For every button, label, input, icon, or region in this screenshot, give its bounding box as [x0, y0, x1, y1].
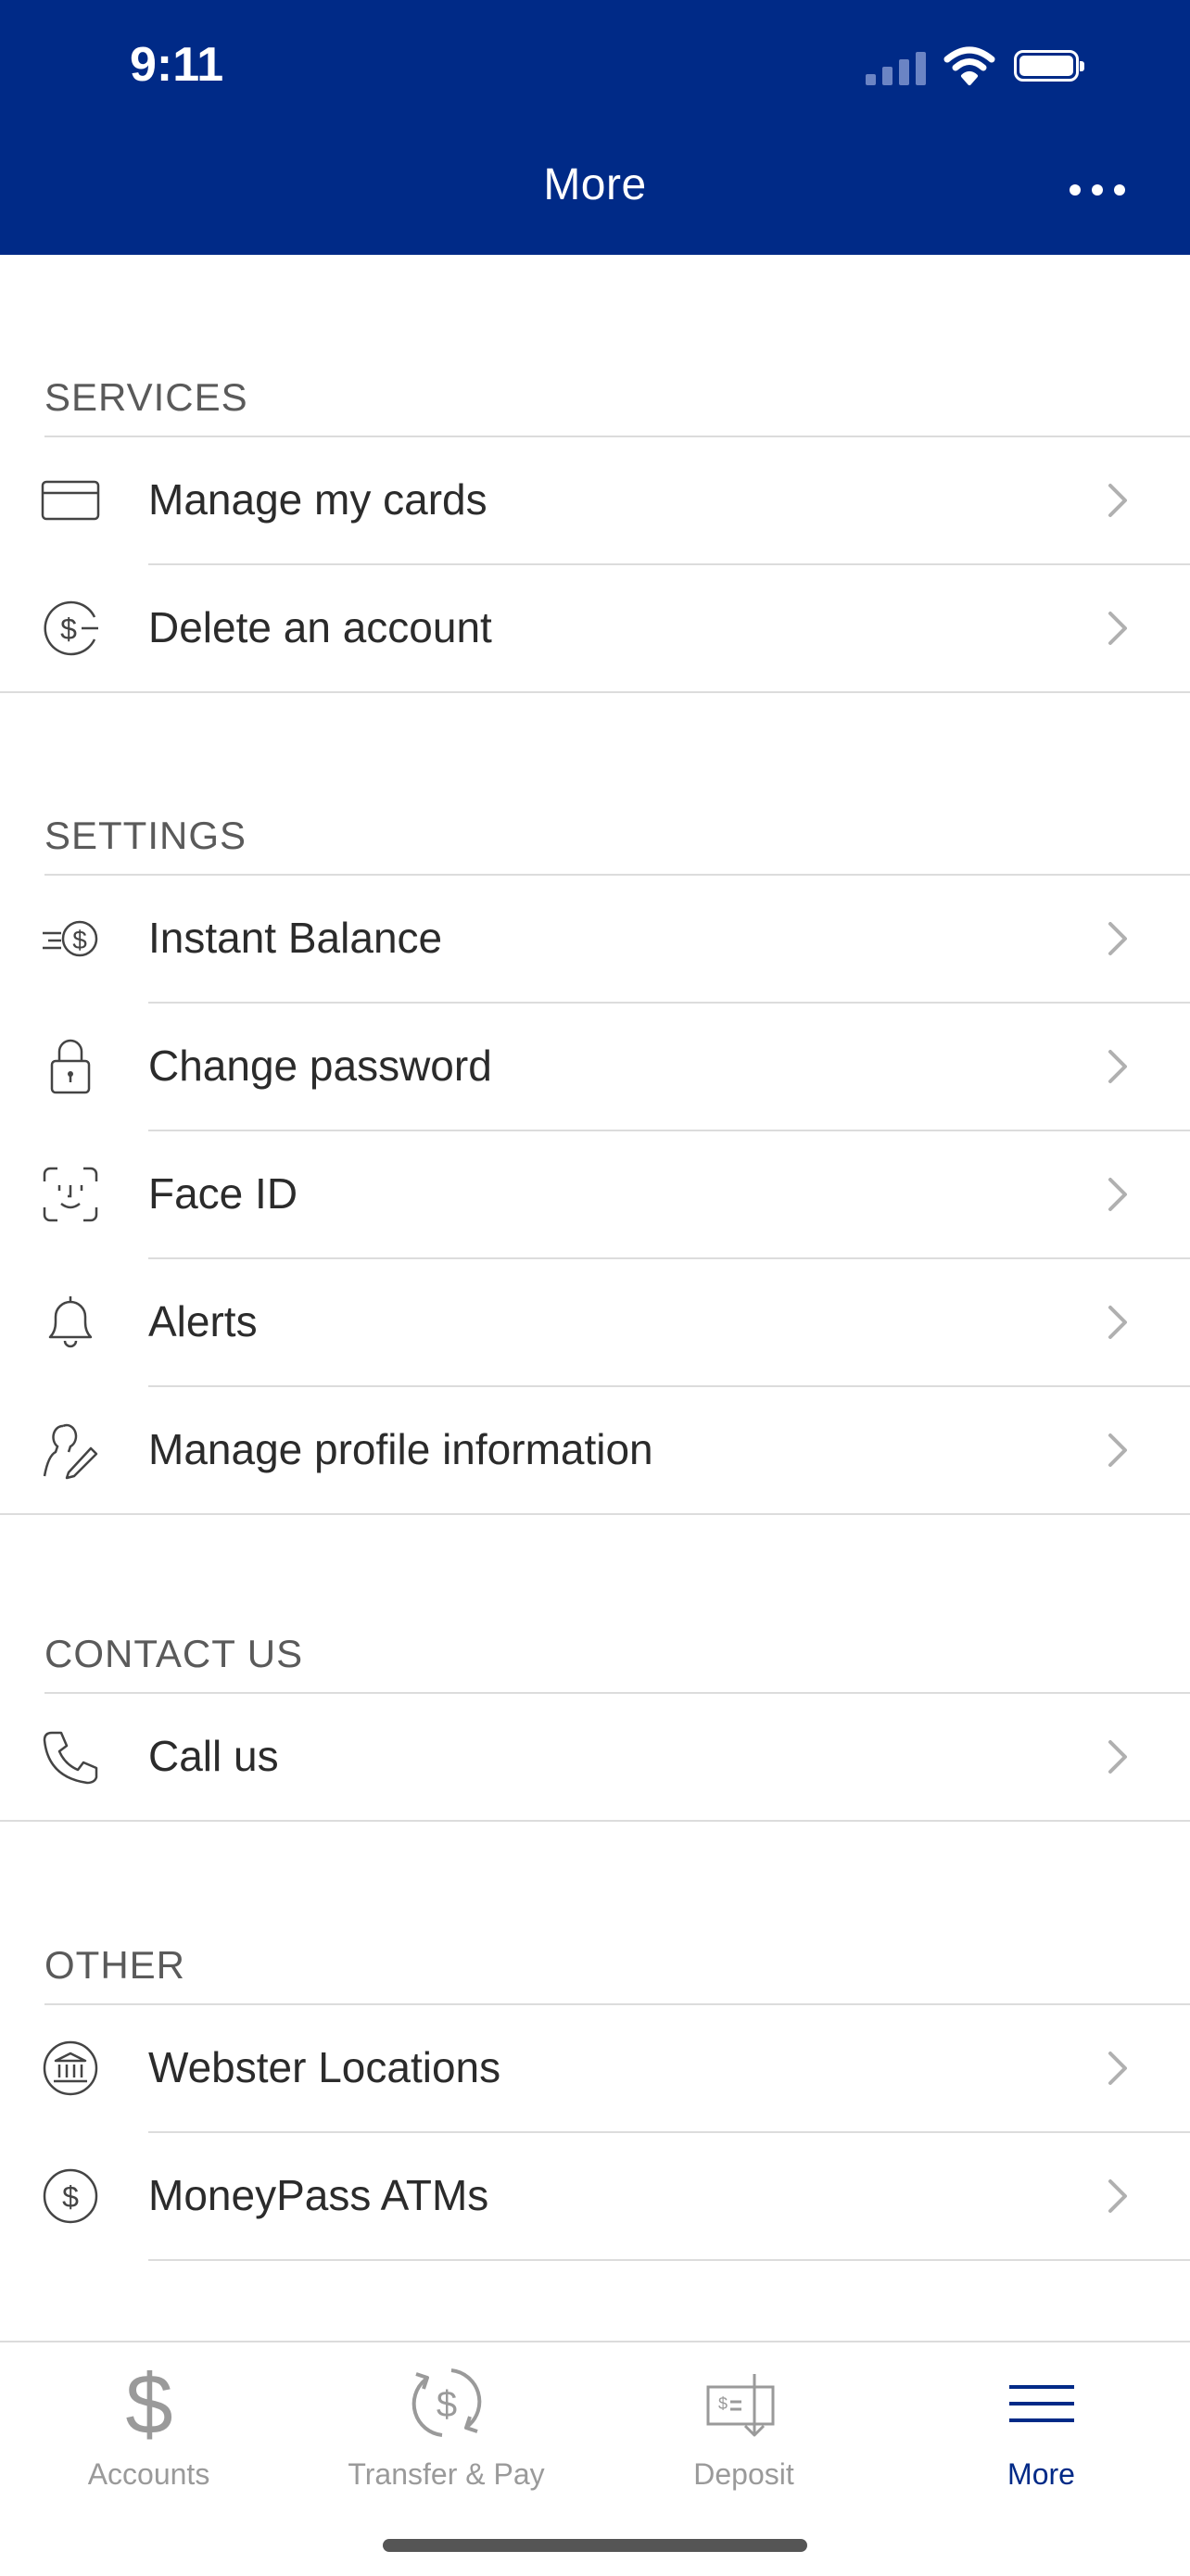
menu-item-label: Alerts [148, 1297, 258, 1345]
chevron-right-icon [1108, 2052, 1127, 2085]
cellular-signal-icon [866, 50, 927, 85]
lock-icon [50, 1039, 91, 1094]
svg-text:$: $ [60, 612, 77, 646]
ellipsis-icon[interactable] [1070, 182, 1125, 198]
bell-icon [48, 1296, 93, 1348]
menu-item-label: Manage profile information [148, 1425, 653, 1473]
menu-item-delete-account[interactable]: $ Delete an account [0, 565, 1190, 691]
face-id-icon [43, 1167, 98, 1222]
menu-item-label: Change password [148, 1042, 492, 1090]
chevron-right-icon [1108, 1050, 1127, 1083]
page-title: More [543, 160, 647, 209]
menu-item-label: Call us [148, 1732, 279, 1780]
section-title-services: SERVICES [44, 375, 248, 419]
wifi-icon [943, 46, 995, 85]
chevron-right-icon [1108, 1740, 1127, 1774]
menu-item-label: Face ID [148, 1169, 298, 1218]
chevron-right-icon [1108, 922, 1127, 955]
svg-text:$: $ [62, 2180, 79, 2214]
svg-text:$: $ [125, 2357, 172, 2452]
status-time: 9:11 [130, 38, 224, 92]
phone-icon [43, 1731, 98, 1785]
dollar-circle-icon: $ [43, 2168, 98, 2224]
deposit-check-icon: $ [706, 2374, 774, 2437]
menu-item-manage-cards[interactable]: Manage my cards [0, 437, 1190, 563]
menu-lines-icon [1008, 2385, 1074, 2422]
divider [0, 1820, 1190, 1822]
chevron-right-icon [1108, 612, 1127, 645]
dollar-icon: $ [125, 2357, 172, 2452]
app-header: 9:11 More [0, 0, 1190, 255]
menu-item-call-us[interactable]: Call us [0, 1694, 1190, 1820]
tab-deposit[interactable]: $ Deposit [595, 2342, 892, 2528]
profile-edit-icon [43, 1423, 98, 1480]
menu-item-label: MoneyPass ATMs [148, 2171, 489, 2219]
svg-text:$: $ [436, 2384, 456, 2425]
tab-accounts[interactable]: $ Accounts [0, 2342, 298, 2528]
divider [148, 2259, 1190, 2261]
svg-text:$: $ [72, 926, 87, 954]
chevron-right-icon [1108, 484, 1127, 517]
menu-item-face-id[interactable]: Face ID [0, 1131, 1190, 1257]
menu-item-instant-balance[interactable]: $ Instant Balance [0, 876, 1190, 1002]
menu-item-webster-locations[interactable]: Webster Locations [0, 2005, 1190, 2131]
chevron-right-icon [1108, 1433, 1127, 1467]
section-title-other: OTHER [44, 1943, 185, 1987]
menu-item-manage-profile[interactable]: Manage profile information [0, 1387, 1190, 1513]
menu-item-label: Webster Locations [148, 2043, 501, 2091]
menu-item-alerts[interactable]: Alerts [0, 1259, 1190, 1385]
credit-card-icon [41, 480, 100, 521]
tab-label: More [1007, 2457, 1075, 2491]
status-icons [856, 46, 1116, 91]
menu-item-label: Delete an account [148, 603, 492, 651]
transfer-icon: $ [411, 2368, 481, 2437]
dollar-circle-icon: $ [44, 600, 98, 656]
menu-item-moneypass-atms[interactable]: $ MoneyPass ATMs [0, 2133, 1190, 2259]
menu-item-change-password[interactable]: Change password [0, 1004, 1190, 1130]
bank-icon [43, 2040, 98, 2096]
tab-label: Accounts [87, 2457, 210, 2491]
section-title-contact: CONTACT US [44, 1632, 304, 1675]
tab-label: Transfer & Pay [348, 2457, 545, 2491]
svg-text:$: $ [717, 2394, 727, 2413]
tab-label: Deposit [693, 2457, 794, 2491]
chevron-right-icon [1108, 1306, 1127, 1339]
battery-icon [1014, 50, 1084, 82]
tab-more[interactable]: More [892, 2342, 1190, 2528]
menu-item-label: Instant Balance [148, 914, 443, 962]
section-title-settings: SETTINGS [44, 814, 247, 857]
menu-item-label: Manage my cards [148, 475, 487, 524]
divider [0, 1513, 1190, 1515]
home-indicator [383, 2539, 807, 2552]
tab-transfer-pay[interactable]: $ Transfer & Pay [298, 2342, 595, 2528]
chevron-right-icon [1108, 2179, 1127, 2213]
instant-balance-icon: $ [43, 920, 98, 957]
divider [0, 691, 1190, 693]
chevron-right-icon [1108, 1178, 1127, 1211]
